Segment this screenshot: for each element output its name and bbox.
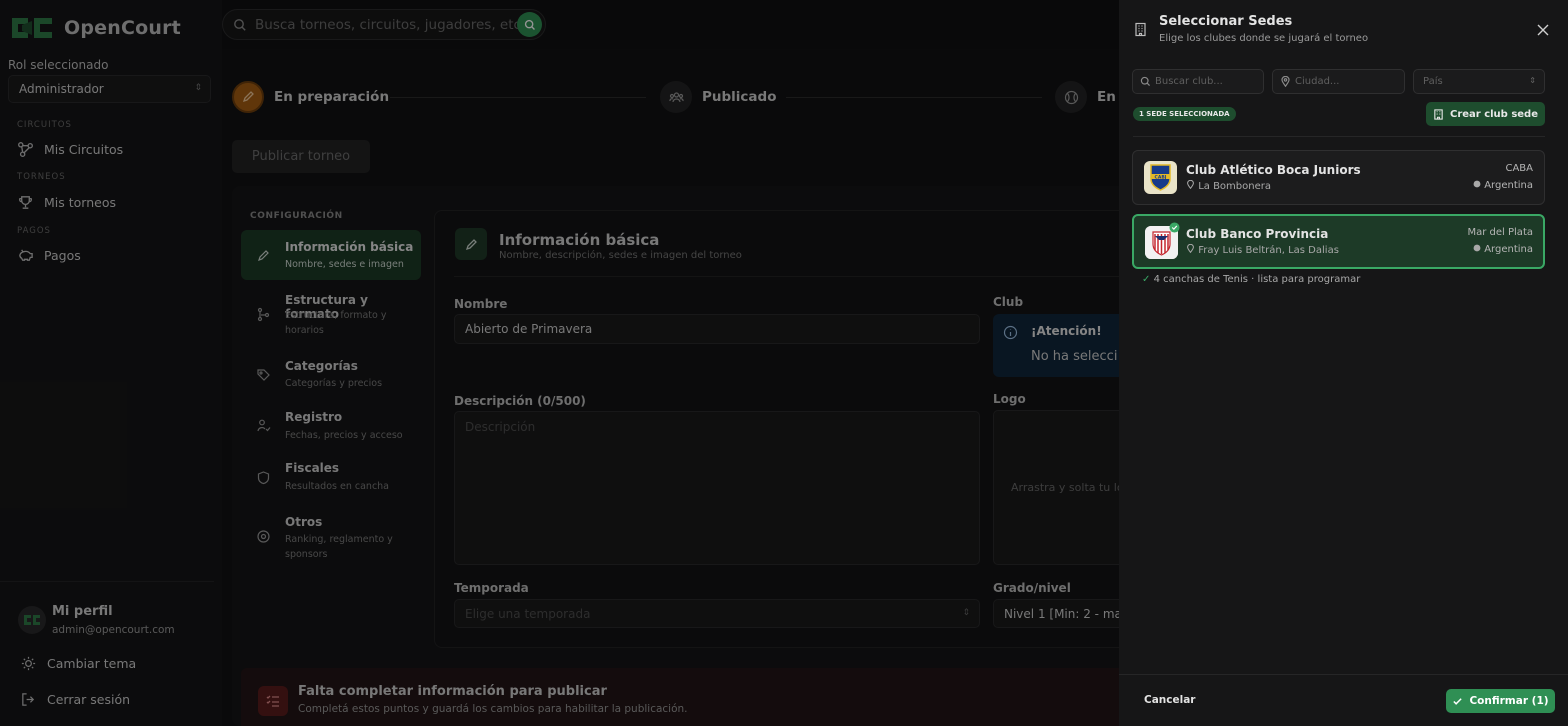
cancel-button[interactable]: Cancelar	[1144, 694, 1195, 706]
country-filter-placeholder: País	[1423, 76, 1443, 87]
country-filter-select[interactable]: País ⇕	[1413, 69, 1545, 94]
club-card-selected[interactable]: Club Banco Provincia Fray Luis Beltrán, …	[1132, 214, 1545, 269]
svg-text:CABJ: CABJ	[1155, 174, 1167, 180]
map-pin-icon	[1187, 179, 1194, 190]
club-crest-boca: CABJ	[1144, 161, 1177, 194]
check-icon	[1453, 697, 1463, 705]
club-city: Mar del Plata	[1467, 227, 1534, 238]
close-icon[interactable]	[1536, 23, 1550, 37]
drawer-divider	[1133, 136, 1545, 137]
map-pin-icon	[1187, 243, 1194, 254]
chevron-updown-icon: ⇕	[1529, 76, 1536, 85]
city-filter-placeholder: Ciudad...	[1295, 76, 1340, 87]
club-country-text: Argentina	[1484, 244, 1533, 255]
check-icon: ✓	[1142, 274, 1151, 285]
club-city: CABA	[1505, 163, 1533, 174]
club-address-text: La Bombonera	[1198, 181, 1271, 192]
club-country-text: Argentina	[1484, 180, 1533, 191]
club-search-input[interactable]: Buscar club...	[1132, 69, 1264, 94]
confirm-button[interactable]: Confirmar (1)	[1446, 689, 1555, 713]
boca-crest-icon: CABJ	[1150, 164, 1171, 191]
building-plus-icon	[1434, 108, 1443, 120]
club-card[interactable]: CABJ Club Atlético Boca Juniors La Bombo…	[1132, 150, 1545, 205]
city-filter-input[interactable]: Ciudad...	[1272, 69, 1405, 94]
modal-backdrop[interactable]	[0, 0, 1119, 726]
club-search-placeholder: Buscar club...	[1155, 76, 1223, 87]
drawer-title: Seleccionar Sedes	[1159, 14, 1293, 29]
club-name: Club Atlético Boca Juniors	[1186, 163, 1361, 177]
club-address-text: Fray Luis Beltrán, Las Dalias	[1198, 245, 1339, 256]
check-circle-icon	[1169, 222, 1180, 233]
confirm-label: Confirmar (1)	[1469, 695, 1549, 707]
globe-icon	[1473, 244, 1481, 252]
drawer-subtitle: Elige los clubes donde se jugará el torn…	[1159, 33, 1369, 44]
club-name: Club Banco Provincia	[1186, 227, 1329, 241]
create-club-label: Crear club sede	[1449, 108, 1538, 120]
club-address: La Bombonera	[1186, 179, 1271, 192]
club-country: Argentina	[1473, 244, 1533, 255]
search-icon	[1140, 76, 1151, 87]
map-pin-icon	[1281, 76, 1290, 87]
create-club-button[interactable]: Crear club sede	[1426, 102, 1545, 126]
globe-icon	[1473, 180, 1481, 188]
club-country: Argentina	[1473, 180, 1533, 191]
club-address: Fray Luis Beltrán, Las Dalias	[1186, 243, 1339, 256]
courts-ready-text: 4 canchas de Tenis · lista para programa…	[1153, 274, 1361, 285]
courts-ready-note: ✓ 4 canchas de Tenis · lista para progra…	[1142, 274, 1360, 285]
building-icon	[1135, 22, 1146, 37]
selected-count-badge: 1 SEDE SELECCIONADA	[1133, 107, 1236, 121]
